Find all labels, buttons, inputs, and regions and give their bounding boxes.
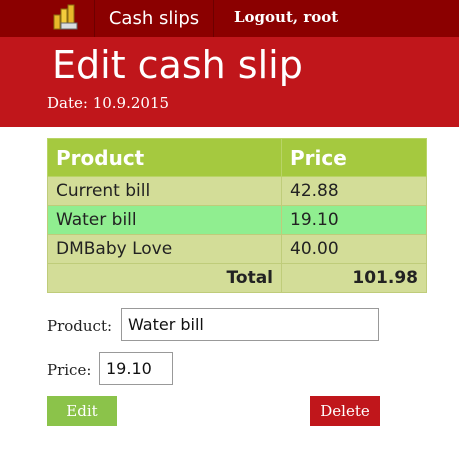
- total-label: Total: [47, 263, 282, 293]
- table-row[interactable]: DMBaby Love 40.00: [47, 234, 427, 264]
- nav-cash-slips[interactable]: Cash slips: [95, 0, 214, 37]
- row-price: 19.10: [281, 205, 427, 235]
- row-product: DMBaby Love: [47, 234, 282, 264]
- product-input[interactable]: [121, 308, 379, 341]
- row-price: 40.00: [281, 234, 427, 264]
- page-header: Edit cash slip Date: 10.9.2015: [0, 37, 459, 127]
- cash-slip-table: Product Price Current bill 42.88 Water b…: [47, 138, 427, 293]
- delete-button[interactable]: Delete: [310, 396, 380, 426]
- product-label: Product:: [47, 317, 113, 335]
- table-header-row: Product Price: [47, 138, 427, 177]
- column-header-product: Product: [47, 138, 282, 177]
- price-field-row: Price:: [47, 360, 91, 379]
- row-price: 42.88: [281, 176, 427, 206]
- price-label: Price:: [47, 361, 92, 379]
- slip-date: Date: 10.9.2015: [47, 94, 170, 112]
- product-field-row: Product:: [47, 316, 112, 335]
- row-product: Current bill: [47, 176, 282, 206]
- column-header-price: Price: [281, 138, 427, 177]
- row-product: Water bill: [47, 205, 282, 235]
- page-title: Edit cash slip: [52, 43, 303, 87]
- edit-button[interactable]: Edit: [47, 396, 117, 426]
- logo[interactable]: [37, 0, 95, 37]
- total-row: Total 101.98: [47, 263, 427, 293]
- logout-link[interactable]: Logout, root: [234, 0, 338, 37]
- price-input[interactable]: [99, 352, 173, 385]
- table-row[interactable]: Current bill 42.88: [47, 176, 427, 206]
- top-navbar: Cash slips Logout, root: [0, 0, 459, 37]
- total-value: 101.98: [281, 263, 427, 293]
- table-row-selected[interactable]: Water bill 19.10: [47, 205, 427, 235]
- coins-stack-icon: [53, 4, 78, 30]
